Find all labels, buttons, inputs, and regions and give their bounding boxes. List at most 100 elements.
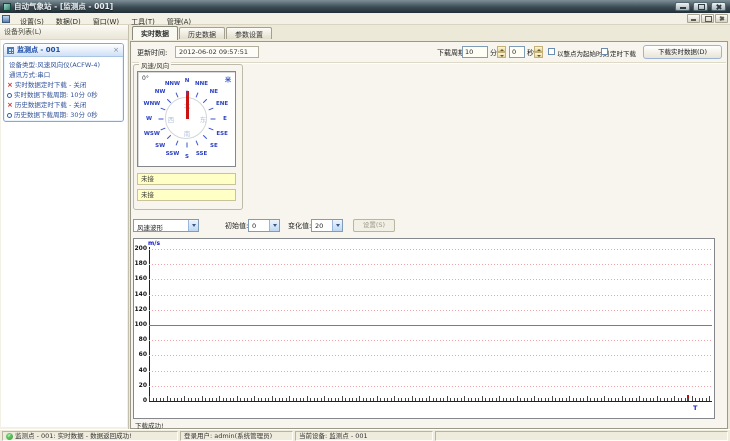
scheduled-download-label: 定时下载 bbox=[610, 50, 636, 58]
update-time-label: 更新时间: bbox=[137, 49, 168, 57]
settings-button[interactable]: 设置(S) bbox=[353, 219, 395, 232]
chart-y-tick-label: 180 bbox=[134, 260, 147, 268]
device-card-title: 监测点 - 001 bbox=[17, 46, 61, 54]
device-info-line: 设备类型:风速风向仪(ACFW-4) bbox=[6, 60, 121, 70]
tab-realtime[interactable]: 实时数据 bbox=[132, 26, 178, 40]
mdi-close-button[interactable] bbox=[715, 14, 728, 23]
minutes-spinner[interactable] bbox=[497, 46, 506, 58]
device-list-panel: 设备列表(L) 监测点 - 001 设备类型:风速风向仪(ACFW-4) 通讯方式… bbox=[0, 25, 129, 429]
chart-x-tick bbox=[240, 398, 241, 401]
tab-params[interactable]: 参数设置 bbox=[226, 27, 272, 39]
seconds-spinner[interactable] bbox=[534, 46, 543, 58]
mdi-child-icon[interactable] bbox=[2, 14, 10, 23]
chart-x-tick bbox=[604, 396, 605, 401]
chart-y-tick-label: 120 bbox=[134, 305, 147, 313]
spin-down-icon[interactable] bbox=[497, 52, 506, 58]
chart-x-tick bbox=[639, 396, 640, 401]
chart-x-tick bbox=[674, 396, 675, 401]
chart-x-tick bbox=[558, 398, 560, 401]
chart-x-tick bbox=[271, 396, 273, 401]
chart-x-tick bbox=[628, 398, 630, 401]
wind-compass: 0° 米 北 南 西 东 NNNENEENEEESESESSESSSWSWWSW… bbox=[137, 71, 236, 167]
chart-x-tick bbox=[677, 398, 679, 401]
window-controls bbox=[675, 2, 726, 11]
chart-gridline bbox=[149, 309, 712, 311]
chart-x-tick bbox=[583, 398, 584, 401]
chart-x-tick bbox=[282, 398, 283, 401]
chart-x-tick bbox=[180, 398, 182, 401]
compass-tick bbox=[166, 98, 171, 103]
chart-x-tick bbox=[226, 398, 227, 401]
device-info-text: 历史数据定时下载 - 关闭 bbox=[14, 101, 87, 109]
chart-x-tick bbox=[359, 396, 360, 401]
toolbar-separator bbox=[132, 62, 726, 63]
chart-gridline bbox=[149, 249, 712, 250]
minimize-icon bbox=[680, 7, 686, 9]
device-card-header[interactable]: 监测点 - 001 bbox=[4, 44, 123, 57]
chevron-down-icon[interactable] bbox=[188, 220, 198, 231]
compass-dir-W: W bbox=[145, 116, 153, 122]
chart-x-tick bbox=[201, 396, 203, 401]
download-realtime-button[interactable]: 下载实时数据(D) bbox=[643, 45, 722, 59]
chart-x-tick bbox=[198, 398, 199, 401]
initial-value-select[interactable]: 0 bbox=[248, 219, 280, 232]
compass-dir-NNW: NNW bbox=[164, 80, 181, 87]
chart-x-tick bbox=[625, 398, 626, 401]
chart-x-tick bbox=[432, 398, 434, 401]
restore-button[interactable] bbox=[693, 2, 708, 11]
chart-x-tick bbox=[681, 398, 682, 401]
chart-x-tick bbox=[341, 396, 343, 401]
wind-speed-readout: 未接 bbox=[137, 173, 236, 185]
chart-x-tick bbox=[691, 396, 693, 401]
status-pane-filler bbox=[435, 431, 728, 441]
spin-down-icon[interactable] bbox=[534, 52, 543, 58]
mdi-minimize-button[interactable] bbox=[687, 14, 700, 23]
chart-x-tick bbox=[212, 398, 213, 401]
device-list-header: 设备列表(L) bbox=[0, 25, 128, 40]
chart-x-tick bbox=[327, 398, 329, 401]
compass-tick bbox=[208, 107, 214, 111]
compass-cn-south: 南 bbox=[183, 130, 191, 138]
chart-x-tick bbox=[443, 398, 444, 401]
chevron-down-icon[interactable] bbox=[269, 220, 279, 231]
chart-x-tick bbox=[401, 398, 402, 401]
delta-value-select[interactable]: 20 bbox=[311, 219, 343, 232]
chart-x-tick bbox=[618, 398, 619, 401]
chart-y-tick-label: 100 bbox=[134, 321, 147, 328]
clock-icon bbox=[7, 112, 12, 118]
chart-x-tick bbox=[653, 398, 654, 401]
chart-x-tick bbox=[688, 398, 689, 401]
chart-x-tick bbox=[635, 398, 637, 401]
compass-dir-WSW: WSW bbox=[143, 130, 160, 137]
chart-x-tick bbox=[506, 398, 507, 401]
chevron-down-icon[interactable] bbox=[332, 220, 342, 231]
compass-dir-S: S bbox=[185, 154, 189, 160]
delta-value-label: 变化值: bbox=[288, 222, 312, 230]
chart-x-tick bbox=[478, 398, 479, 401]
minutes-input[interactable]: 10 bbox=[462, 46, 488, 58]
minimize-button[interactable] bbox=[675, 2, 690, 11]
mdi-restore-button[interactable] bbox=[701, 14, 714, 23]
chart-x-tick bbox=[159, 398, 161, 401]
chart-x-tick bbox=[632, 398, 633, 401]
collapse-icon[interactable] bbox=[112, 46, 120, 54]
chart-x-tick bbox=[219, 396, 220, 401]
main-content: 实时数据 历史数据 参数设置 更新时间: 2012-06-02 09:57:51 下… bbox=[130, 25, 730, 430]
chart-x-tick bbox=[163, 398, 164, 401]
chart-x-tick bbox=[436, 398, 437, 401]
scheduled-download-checkbox[interactable] bbox=[601, 48, 608, 55]
chart-x-tick bbox=[488, 398, 490, 401]
waveform-select[interactable]: 风速波形 bbox=[133, 219, 199, 232]
chart-series-line bbox=[149, 325, 712, 326]
chart-x-tick bbox=[296, 398, 297, 401]
chart-x-tick bbox=[667, 398, 668, 401]
chart-x-tick bbox=[156, 398, 157, 401]
close-button[interactable] bbox=[711, 2, 726, 11]
chart-x-tick bbox=[642, 398, 644, 401]
chart-x-tick bbox=[208, 398, 210, 401]
chart-x-tick bbox=[355, 398, 357, 401]
hour-align-checkbox[interactable] bbox=[548, 48, 555, 55]
device-info-text: 历史数据下载周期: 30分 0秒 bbox=[14, 111, 98, 119]
tab-history[interactable]: 历史数据 bbox=[179, 27, 225, 39]
seconds-input[interactable]: 0 bbox=[509, 46, 525, 58]
